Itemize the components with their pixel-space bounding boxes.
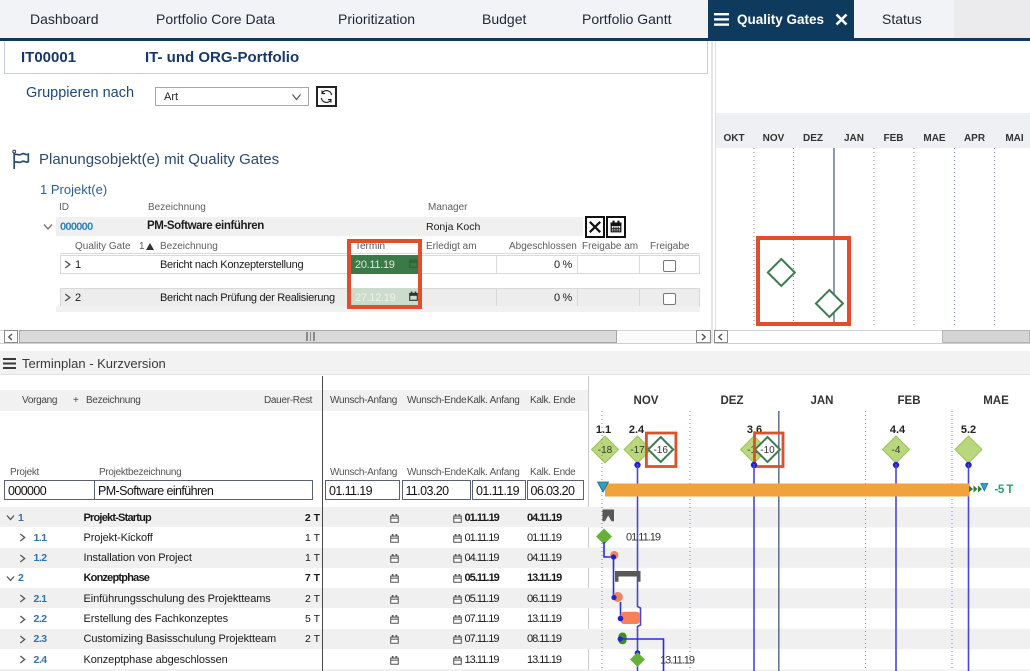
svg-text:JAN: JAN — [844, 133, 864, 144]
svg-text:-4: -4 — [892, 445, 901, 456]
svg-text:-16: -16 — [653, 445, 668, 456]
svg-text:MAI: MAI — [1005, 133, 1024, 144]
svg-text:APR: APR — [964, 133, 986, 144]
svg-text:MAE: MAE — [983, 395, 1009, 407]
svg-text:JAN: JAN — [810, 395, 833, 407]
svg-text:-17: -17 — [630, 445, 645, 456]
svg-text:01.11.19: 01.11.19 — [626, 532, 661, 544]
svg-text:MAE: MAE — [923, 133, 946, 144]
svg-text:-5 T: -5 T — [995, 484, 1014, 496]
svg-text:-18: -18 — [598, 445, 613, 456]
svg-text:1.1: 1.1 — [596, 424, 611, 436]
svg-text:OKT: OKT — [723, 133, 744, 144]
svg-text:4.4: 4.4 — [890, 424, 906, 436]
svg-text:DEZ: DEZ — [721, 395, 744, 407]
svg-text:NOV: NOV — [763, 133, 785, 144]
svg-text:2.4: 2.4 — [629, 424, 645, 436]
svg-text:FEB: FEB — [884, 133, 904, 144]
svg-text:FEB: FEB — [898, 395, 921, 407]
svg-text:NOV: NOV — [634, 395, 659, 407]
svg-text:5.2: 5.2 — [961, 424, 976, 436]
svg-text:-10: -10 — [760, 445, 775, 456]
svg-text:13.11.19: 13.11.19 — [660, 655, 695, 667]
svg-text:DEZ: DEZ — [803, 133, 823, 144]
